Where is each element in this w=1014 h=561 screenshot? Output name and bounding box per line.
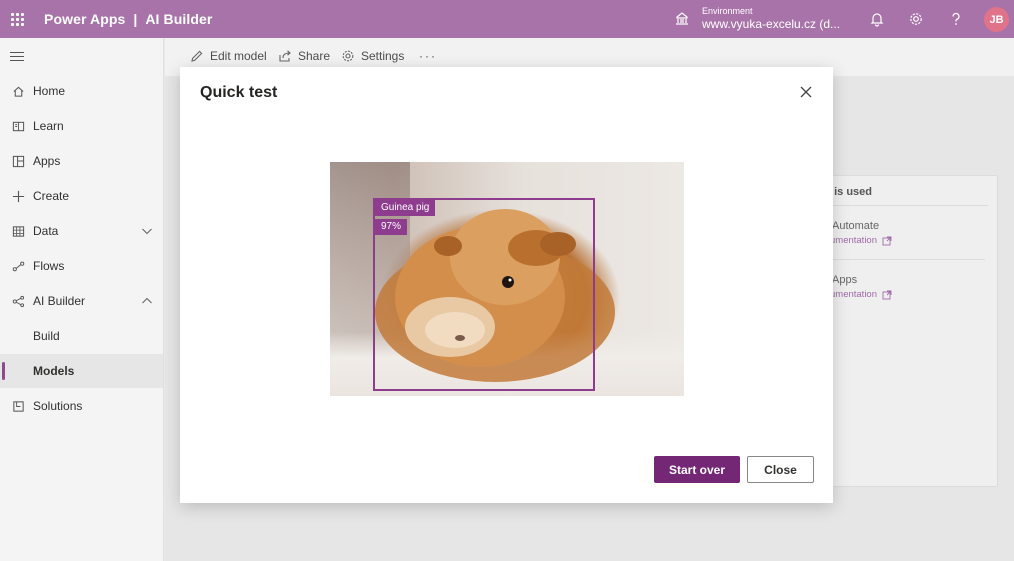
nav-item-home[interactable]: Home	[0, 74, 163, 108]
nav-item-create[interactable]: Create	[0, 179, 163, 213]
hamburger-menu-icon[interactable]	[10, 52, 24, 64]
card-title: l is used	[828, 186, 873, 198]
environment-label: Environment	[702, 6, 753, 16]
start-over-button[interactable]: Start over	[654, 456, 740, 483]
user-avatar[interactable]: JB	[984, 7, 1009, 32]
chevron-up-icon[interactable]	[141, 295, 153, 307]
close-button[interactable]: Close	[747, 456, 814, 483]
divider	[831, 259, 985, 260]
environment-value: www.vyuka-excelu.cz (d...	[702, 17, 841, 31]
app-launcher-icon[interactable]	[0, 0, 34, 38]
nav-label: Learn	[33, 119, 64, 133]
dialog-title: Quick test	[200, 84, 278, 101]
settings-label: Settings	[361, 49, 405, 63]
home-icon	[11, 84, 25, 98]
nav-label: Apps	[33, 154, 61, 168]
nav-label: Create	[33, 189, 70, 203]
usage-card: l is used Automate umentation Apps ument…	[822, 175, 998, 487]
edit-model-button[interactable]: Edit model	[190, 49, 267, 63]
table-icon	[11, 224, 25, 238]
share-icon	[279, 50, 291, 62]
bell-icon[interactable]	[869, 11, 885, 27]
brand-separator: |	[133, 11, 138, 27]
environment-icon	[676, 12, 688, 25]
nav-label: Models	[33, 364, 75, 378]
plus-icon	[11, 189, 25, 203]
settings-gear-icon	[342, 50, 354, 62]
nav-item-ai-builder[interactable]: AI Builder	[0, 284, 163, 318]
product-name[interactable]: AI Builder	[145, 11, 212, 27]
apps-icon	[11, 154, 25, 168]
external-link-icon	[882, 290, 892, 299]
left-navigation: Home Learn Apps Create Data Flows AI Bui…	[0, 38, 164, 561]
solutions-icon	[11, 399, 25, 413]
divider	[823, 205, 988, 206]
detection-confidence: 97%	[375, 219, 408, 235]
nav-item-data[interactable]: Data	[0, 214, 163, 248]
nav-item-apps[interactable]: Apps	[0, 144, 163, 178]
help-icon[interactable]	[948, 11, 964, 27]
documentation-link[interactable]: umentation	[830, 235, 892, 246]
nav-item-build[interactable]: Build	[0, 319, 163, 353]
share-label: Share	[298, 49, 331, 63]
pencil-icon	[191, 50, 203, 62]
nav-label: AI Builder	[33, 294, 86, 308]
gear-icon[interactable]	[908, 11, 924, 27]
card-item-name: Automate	[832, 220, 880, 232]
nav-item-solutions[interactable]: Solutions	[0, 389, 163, 423]
settings-button[interactable]: Settings	[341, 49, 404, 63]
nav-label: Home	[33, 84, 66, 98]
ai-builder-icon	[11, 294, 25, 308]
nav-label: Flows	[33, 259, 65, 273]
share-button[interactable]: Share	[278, 49, 330, 63]
chevron-down-icon[interactable]	[141, 225, 153, 237]
flow-icon	[11, 259, 25, 273]
nav-item-learn[interactable]: Learn	[0, 109, 163, 143]
card-item-name: Apps	[832, 274, 858, 286]
quick-test-dialog: Quick test Guinea pig 97% Start over Clo…	[180, 67, 833, 503]
nav-label: Data	[33, 224, 59, 238]
app-name[interactable]: Power Apps	[44, 11, 125, 27]
edit-model-label: Edit model	[210, 49, 267, 63]
documentation-link[interactable]: umentation	[830, 289, 892, 300]
detection-label: Guinea pig	[375, 200, 436, 216]
more-icon: ···	[419, 49, 437, 63]
top-header: Power Apps | AI Builder Environment www.…	[0, 0, 1014, 38]
nav-item-flows[interactable]: Flows	[0, 249, 163, 283]
external-link-icon	[882, 236, 892, 245]
nav-label: Build	[33, 329, 60, 343]
environment-picker[interactable]: Environment www.vyuka-excelu.cz (d...	[674, 0, 840, 38]
more-options-button[interactable]: ···	[419, 49, 437, 63]
book-icon	[11, 119, 25, 133]
close-icon[interactable]	[799, 85, 813, 99]
nav-label: Solutions	[33, 399, 83, 413]
nav-item-models[interactable]: Models	[0, 354, 163, 388]
